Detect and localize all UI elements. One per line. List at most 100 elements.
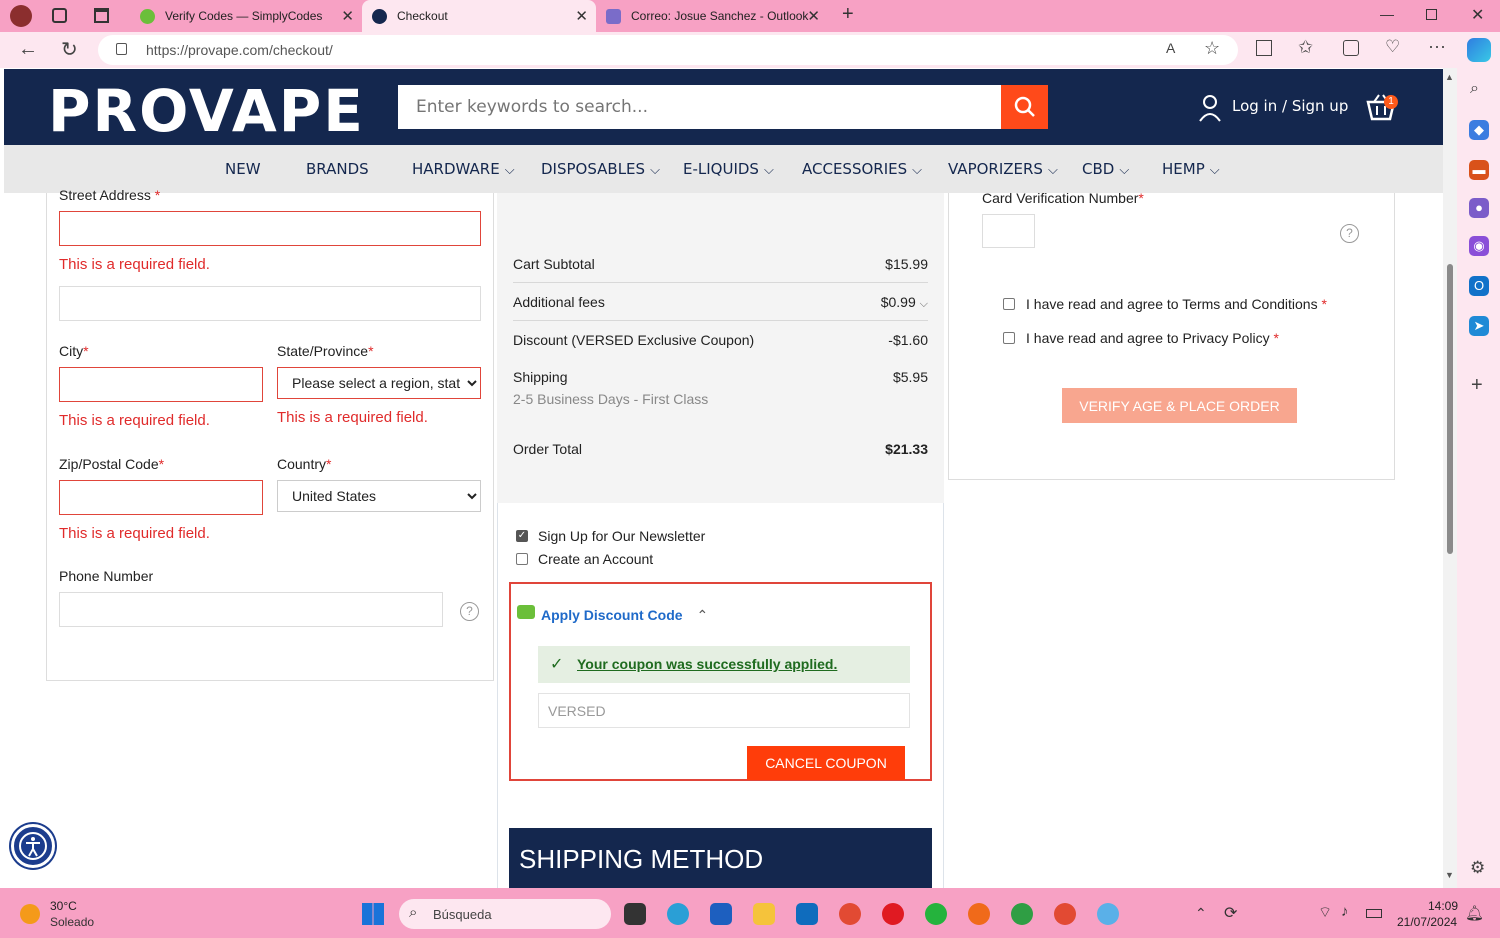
chrome-icon[interactable] [839,903,861,925]
favorite-star-icon[interactable]: ☆ [1204,38,1220,59]
nav-item-brands[interactable]: BRANDS [306,160,369,178]
chrome-profile-icon[interactable] [1011,903,1033,925]
accessibility-button[interactable] [11,824,55,868]
lock-icon[interactable] [116,43,127,55]
opera-icon[interactable] [882,903,904,925]
close-tab-icon[interactable]: ✕ [341,7,354,25]
wifi-icon[interactable]: ⌔ [1318,903,1332,922]
nav-item-cbd[interactable]: CBD ⌵ [1082,160,1129,178]
minimize-icon[interactable]: — [1380,6,1394,22]
close-tab-icon[interactable]: ✕ [807,7,820,25]
back-icon[interactable]: ← [18,38,38,61]
chrome-profile-2-icon[interactable] [1054,903,1076,925]
tray-chevron-icon[interactable]: ⌃ [1195,905,1207,922]
store-icon[interactable] [710,903,732,925]
nav-item-accessories[interactable]: ACCESSORIES ⌵ [802,160,922,178]
clock-date[interactable]: 21/07/2024 [1397,915,1457,929]
street-address-line2-input[interactable] [59,286,481,321]
tab-checkout[interactable]: Checkout ✕ [362,0,596,32]
cvn-input[interactable] [982,214,1035,248]
state-select[interactable]: Please select a region, stat [277,367,481,399]
copilot-icon[interactable] [1467,38,1491,62]
privacy-checkbox[interactable] [1003,332,1015,344]
outlook-icon[interactable]: O [1469,276,1489,296]
discount-code-input[interactable]: VERSED [538,693,910,728]
new-tab-icon[interactable]: + [842,3,854,26]
newsletter-checkbox[interactable]: ✓ [516,530,528,542]
sync-icon[interactable]: ⟳ [1224,903,1237,923]
whatsapp-icon[interactable] [925,903,947,925]
close-tab-icon[interactable]: ✕ [575,7,588,25]
firefox-icon[interactable] [968,903,990,925]
phone-help-icon[interactable]: ? [460,602,479,621]
cvn-help-icon[interactable]: ? [1340,224,1359,243]
provape-logo[interactable]: PROVAPE [48,77,365,145]
clock-time[interactable]: 14:09 [1428,899,1458,913]
browser-essentials-icon[interactable]: ♡ [1385,37,1400,57]
close-window-icon[interactable]: ✕ [1471,5,1484,25]
scroll-up-arrow[interactable]: ▲ [1445,72,1454,82]
place-order-button[interactable]: VERIFY AGE & PLACE ORDER [1062,388,1297,423]
edge-taskbar-icon[interactable] [667,903,689,925]
nav-item-e-liquids[interactable]: E-LIQUIDS ⌵ [683,160,774,178]
privacy-label[interactable]: I have read and agree to Privacy Policy … [1026,330,1279,346]
taskbar-search[interactable]: ⌕ Búsqueda [399,899,611,929]
sidebar-settings-icon[interactable]: ⚙ [1470,858,1485,878]
country-select[interactable]: United States [277,480,481,512]
create-account-checkbox[interactable] [516,553,528,565]
terms-checkbox[interactable] [1003,298,1015,310]
cancel-coupon-button[interactable]: CANCEL COUPON [747,746,905,780]
app-icon[interactable] [1097,903,1119,925]
shopping-tag-icon[interactable]: ◆ [1469,120,1489,140]
nav-item-disposables[interactable]: DISPOSABLES ⌵ [541,160,660,178]
apply-discount-toggle[interactable]: Apply Discount Code ⌃ [541,607,708,624]
tab-actions-icon[interactable] [94,8,109,23]
nav-item-vaporizers[interactable]: VAPORIZERS ⌵ [948,160,1058,178]
notifications-bell-icon[interactable]: 🔔︎ [1465,904,1484,922]
nav-item-hardware[interactable]: HARDWARE ⌵ [412,160,515,178]
scroll-thumb[interactable] [1447,264,1453,554]
additional-fees-row[interactable]: Additional fees $0.99 ⌵ [513,294,928,310]
weather-desc[interactable]: Soleado [50,915,94,929]
battery-icon[interactable] [1366,909,1382,918]
workspaces-icon[interactable] [52,8,67,23]
volume-icon[interactable]: ♪ [1341,903,1349,920]
send-icon[interactable]: ➤ [1469,316,1489,336]
tab-simplycodes[interactable]: Verify Codes — SimplyCodes ✕ [130,0,362,32]
search-button[interactable] [1001,85,1048,129]
outlook-taskbar-icon[interactable] [796,903,818,925]
street-address-input[interactable] [59,211,481,246]
zip-input[interactable] [59,480,263,515]
login-link[interactable]: Log in / Sign up [1232,97,1348,115]
search-input[interactable] [398,85,1002,129]
url-field[interactable]: https://provape.com/checkout/ A ☆ [98,35,1238,65]
sidebar-search-icon[interactable]: ⌕ [1470,80,1479,98]
file-explorer-icon[interactable] [753,903,775,925]
more-menu-icon[interactable]: ··· [1428,36,1446,57]
split-screen-icon[interactable] [1256,40,1272,56]
windows-start-icon[interactable] [362,903,384,925]
add-sidebar-app-icon[interactable]: + [1471,374,1483,397]
nav-item-hemp[interactable]: HEMP ⌵ [1162,160,1220,178]
collections-icon[interactable] [1343,40,1359,56]
terms-label[interactable]: I have read and agree to Terms and Condi… [1026,296,1327,312]
read-aloud-icon[interactable]: A [1166,40,1175,56]
weather-temp[interactable]: 30°C [50,899,77,913]
favorites-icon[interactable]: ✩ [1298,37,1313,58]
restore-icon[interactable] [1426,9,1437,20]
user-icon[interactable] [1198,93,1222,128]
city-input[interactable] [59,367,263,402]
nav-item-new[interactable]: NEW [225,160,261,178]
tools-icon[interactable]: ▬ [1469,160,1489,180]
page-scrollbar[interactable]: ▲ ▼ [1443,68,1457,888]
scroll-down-arrow[interactable]: ▼ [1445,870,1454,880]
weather-sun-icon[interactable] [20,904,40,924]
tab-outlook[interactable]: Correo: Josue Sanchez - Outlook ✕ [596,0,828,32]
phone-input[interactable] [59,592,443,627]
state-label: State/Province* [277,343,374,359]
refresh-icon[interactable]: ↻ [61,37,78,62]
people-icon[interactable]: ● [1469,198,1489,218]
profile-avatar[interactable] [10,5,32,27]
m365-icon[interactable]: ◉ [1469,236,1489,256]
task-view-icon[interactable] [624,903,646,925]
